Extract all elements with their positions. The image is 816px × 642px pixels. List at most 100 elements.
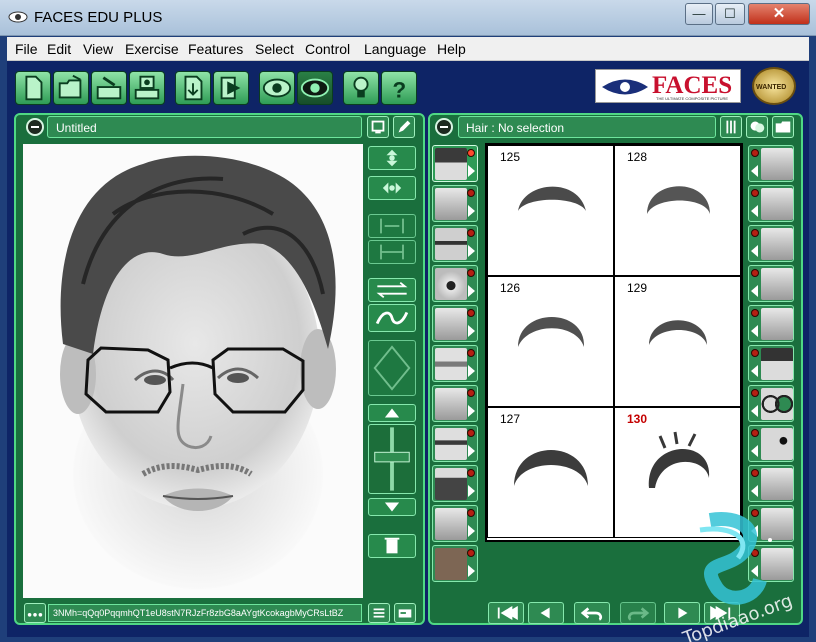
menu-control[interactable]: Control [305,41,350,57]
arrow-right-icon [468,405,475,417]
indicator-light-icon [467,149,475,157]
previous-page-button[interactable] [528,602,564,624]
feature-lips-button[interactable] [432,345,478,382]
menu-language[interactable]: Language [364,41,426,57]
morph-button[interactable] [368,304,416,332]
menu-edit[interactable]: Edit [47,41,71,57]
slider-up-button[interactable] [368,404,416,422]
move-up-down-button[interactable] [368,146,416,170]
nose-icon [435,308,467,340]
hair-option-cell[interactable]: 130 [614,407,741,538]
composite-code: 3NMh=qQq0PqqmhQT1eU8stN7RJzFr8zbG8aAYgtK… [53,608,344,618]
indicator-light-icon [751,309,759,317]
arrow-right-icon [468,565,475,577]
hair-130-image [648,431,710,488]
grid-view-button[interactable] [720,116,742,138]
composite-list-button[interactable] [368,603,390,623]
save-icon [96,76,122,100]
feature-goatee-button[interactable] [432,505,478,542]
lightbulb-icon [353,76,369,98]
morph-icon [375,311,409,325]
last-page-button[interactable] [704,602,740,624]
rotate-button[interactable] [368,340,416,396]
hair-option-cell[interactable]: 126 [487,276,614,407]
close-button[interactable]: ✕ [748,3,810,25]
mole-icon [761,428,793,460]
slider-down-button[interactable] [368,498,416,516]
print-button[interactable] [129,71,165,105]
delete-button[interactable] [368,534,416,558]
menu-help[interactable]: Help [437,41,466,57]
indicator-light-icon [751,189,759,197]
feature-chin-button[interactable] [432,385,478,422]
arrow-left-icon [751,205,758,217]
composite-window-button[interactable] [367,116,389,138]
feature-eye-bags-button[interactable] [748,185,794,222]
feature-extra-button[interactable] [748,545,794,582]
size-slider[interactable] [368,424,416,494]
composite-edit-button[interactable] [393,116,415,138]
hair-126-image [518,317,585,347]
hair-option-cell[interactable]: 125 [487,145,614,276]
feature-wrinkles-button[interactable] [748,145,794,182]
feature-mouth-lines-button[interactable] [748,265,794,302]
feature-cheek-lines-button[interactable] [748,225,794,262]
folder-button[interactable] [772,116,794,138]
widen-button[interactable] [368,214,416,238]
minimize-button[interactable]: — [685,3,713,25]
feature-eyebrows-button[interactable] [432,225,478,262]
swap-button[interactable] [368,278,416,302]
menu-view[interactable]: View [83,41,113,57]
hair-option-cell[interactable]: 128 [614,145,741,276]
open-button[interactable] [53,71,89,105]
menu-file[interactable]: File [15,41,38,57]
browser-collapse-button[interactable] [435,118,453,136]
feature-eyes-button[interactable] [432,265,478,302]
faces-view-button[interactable] [746,116,768,138]
swap-arrows-icon [376,281,408,299]
new-button[interactable] [15,71,51,105]
maximize-button[interactable]: ☐ [715,3,745,25]
view-composite-button[interactable] [259,71,295,105]
feature-skin-tone-button[interactable] [432,545,478,582]
undo-button[interactable] [574,602,610,624]
feature-nose-button[interactable] [432,305,478,342]
export-button[interactable] [213,71,249,105]
feature-scar-button[interactable] [748,465,794,502]
import-button[interactable] [175,71,211,105]
feature-mustache-button[interactable] [432,425,478,462]
slider-track-icon [374,427,410,491]
save-button[interactable] [91,71,127,105]
hair-option-cell[interactable]: 127 [487,407,614,538]
view-dark-button[interactable] [297,71,333,105]
composite-card-button[interactable] [394,603,416,623]
feature-beard-button[interactable] [432,465,478,502]
arrow-left-icon [751,165,758,177]
redo-button[interactable] [620,602,656,624]
feature-mole-button[interactable] [748,425,794,462]
extra-icon [761,548,793,580]
feature-hair-button[interactable] [432,145,478,182]
narrow-button[interactable] [368,240,416,264]
feature-chin-lines-button[interactable] [748,305,794,342]
feature-earring-button[interactable] [748,505,794,542]
feature-glasses-button[interactable] [748,385,794,422]
menu-features[interactable]: Features [188,41,243,57]
hair-option-cell[interactable]: 129 [614,276,741,407]
menu-select[interactable]: Select [255,41,294,57]
composite-collapse-button[interactable] [26,118,44,136]
tips-button[interactable] [343,71,379,105]
menu-exercise[interactable]: Exercise [125,41,179,57]
composite-canvas[interactable] [23,144,363,598]
hat-icon [761,348,793,380]
feature-forehead-button[interactable] [432,185,478,222]
composite-more-button[interactable] [24,603,46,623]
next-page-button[interactable] [664,602,700,624]
monitor-icon [371,120,385,134]
composite-code-field[interactable]: 3NMh=qQq0PqqmhQT1eU8stN7RJzFr8zbG8aAYgtK… [48,604,362,622]
move-left-right-button[interactable] [368,176,416,200]
skin-tone-icon [435,548,467,580]
first-page-button[interactable] [488,602,524,624]
feature-hat-button[interactable] [748,345,794,382]
help-button[interactable]: ? [381,71,417,105]
